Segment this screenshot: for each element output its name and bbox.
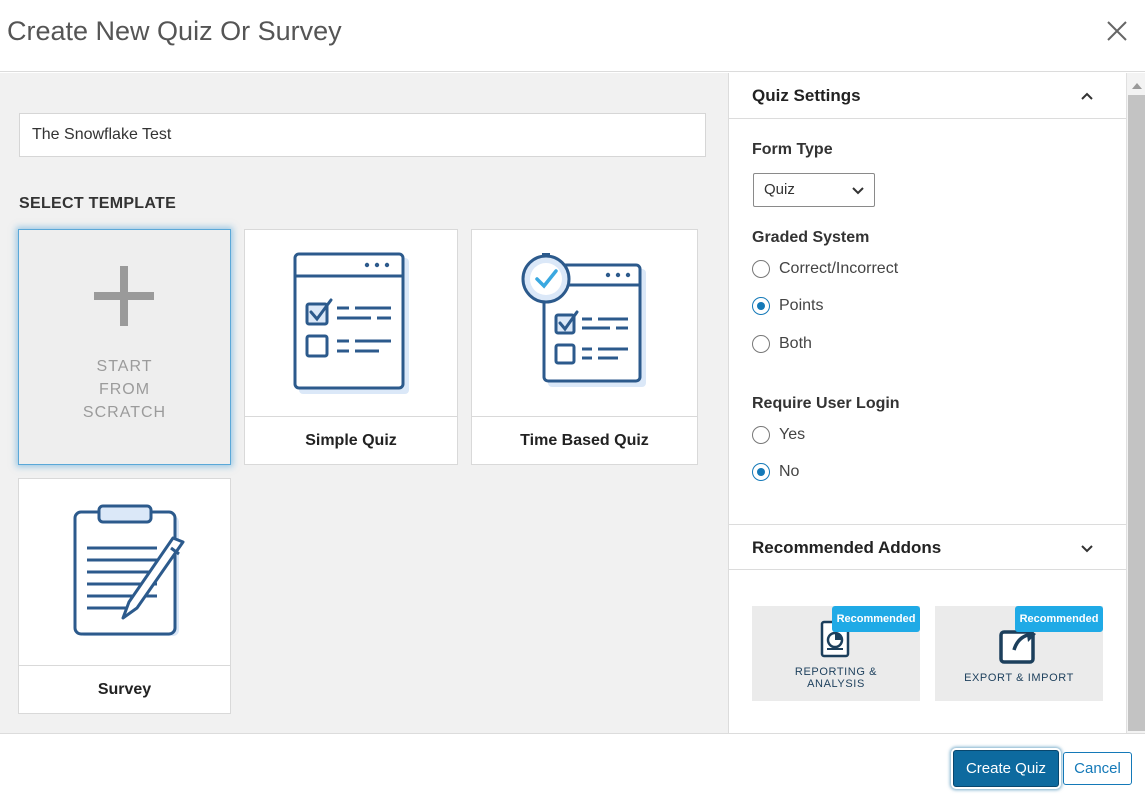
radio-label: Both	[779, 335, 812, 352]
radio-button[interactable]	[752, 335, 770, 353]
form-type-select[interactable]: Quiz	[753, 173, 875, 207]
template-card-simple-quiz[interactable]: Simple Quiz	[244, 229, 458, 465]
quiz-settings-title: Quiz Settings	[752, 86, 861, 105]
form-type-value: Quiz	[764, 181, 795, 198]
template-panel: SELECT TEMPLATE START FROM SCRATCH	[0, 73, 728, 733]
plus-icon	[94, 266, 154, 326]
quiz-settings-header[interactable]: Quiz Settings	[729, 73, 1127, 119]
addon-label-line-2: ANALYSIS	[807, 678, 865, 690]
radio-label: Yes	[779, 426, 806, 443]
scratch-label-line-2: FROM	[98, 381, 151, 398]
scratch-label-line-1: START	[96, 358, 153, 375]
template-card-time-based-quiz[interactable]: Time Based Quiz	[471, 229, 698, 465]
quiz-name-input[interactable]	[19, 113, 706, 157]
addon-label: EXPORT & IMPORT	[964, 672, 1074, 684]
graded-system-label: Graded System	[752, 229, 870, 246]
settings-scrollbar[interactable]	[1126, 73, 1145, 733]
chevron-down-icon	[852, 187, 864, 195]
recommended-badge: Recommended	[1015, 606, 1103, 632]
dialog-header: Create New Quiz Or Survey	[0, 0, 1145, 72]
cancel-button[interactable]: Cancel	[1063, 752, 1132, 785]
time-based-quiz-illustration	[472, 230, 697, 416]
survey-illustration	[19, 479, 230, 665]
require-login-label: Require User Login	[752, 395, 900, 412]
radio-button[interactable]	[752, 426, 770, 444]
time-based-quiz-label: Time Based Quiz	[472, 416, 697, 464]
recommended-badge: Recommended	[832, 606, 920, 632]
create-quiz-button[interactable]: Create Quiz	[953, 750, 1059, 787]
chevron-down-icon[interactable]	[1079, 540, 1095, 556]
addon-label-line-1: REPORTING &	[794, 666, 878, 678]
radio-label: Correct/Incorrect	[779, 260, 899, 277]
template-card-survey[interactable]: Survey	[18, 478, 231, 714]
scroll-up-arrow-icon[interactable]	[1132, 83, 1142, 89]
select-template-heading: SELECT TEMPLATE	[19, 195, 177, 212]
radio-button-selected[interactable]	[752, 463, 770, 481]
addon-export-import[interactable]: Recommended EXPORT & IMPORT	[935, 606, 1103, 701]
close-icon[interactable]	[1104, 18, 1130, 44]
scratch-label: START FROM SCRATCH	[19, 355, 230, 424]
addon-label: REPORTING & ANALYSIS	[752, 666, 920, 690]
scrollbar-thumb[interactable]	[1128, 95, 1145, 731]
radio-button[interactable]	[752, 260, 770, 278]
radio-label: No	[779, 463, 800, 480]
radio-button-selected[interactable]	[752, 297, 770, 315]
timed-quiz-icon	[521, 253, 646, 387]
simple-quiz-label: Simple Quiz	[245, 416, 457, 464]
recommended-addons-header[interactable]: Recommended Addons	[729, 524, 1127, 570]
radio-label: Points	[779, 297, 824, 314]
clipboard-pen-icon	[73, 504, 184, 636]
survey-label: Survey	[19, 665, 230, 713]
chevron-up-icon[interactable]	[1079, 88, 1095, 104]
template-card-scratch[interactable]: START FROM SCRATCH	[18, 229, 231, 465]
scratch-label-line-3: SCRATCH	[82, 404, 167, 421]
recommended-addons-title: Recommended Addons	[752, 538, 942, 557]
settings-panel: Quiz Settings Form Type Quiz Graded Syst…	[728, 73, 1127, 733]
dialog-footer: Create Quiz Cancel	[0, 733, 1145, 797]
quiz-form-icon	[293, 252, 409, 394]
form-type-label: Form Type	[752, 141, 833, 158]
simple-quiz-illustration	[245, 230, 457, 416]
dialog-title: Create New Quiz Or Survey	[7, 16, 342, 46]
addon-reporting-analysis[interactable]: Recommended REPORTING & ANALYSIS	[752, 606, 920, 701]
